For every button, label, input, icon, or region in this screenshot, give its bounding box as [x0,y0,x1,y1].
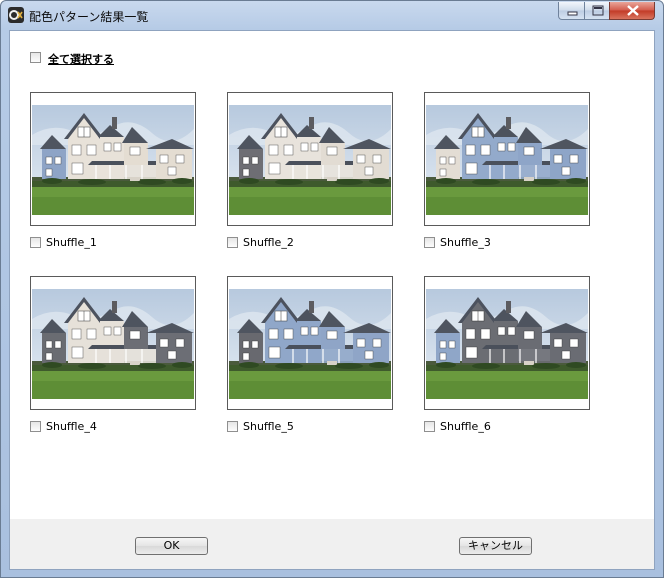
pattern-thumbnail[interactable] [424,92,590,226]
cancel-button[interactable]: キャンセル [459,537,532,555]
pattern-label[interactable]: Shuffle_3 [440,236,491,249]
title-bar[interactable]: 配色パターン結果一覧 [1,1,663,30]
pattern-label[interactable]: Shuffle_2 [243,236,294,249]
button-bar: OK キャンセル [10,519,654,569]
pattern-thumbnail[interactable] [30,92,196,226]
dialog-window: 配色パターン結果一覧 全て選択する Shuffle_1 Shuffle_2 Sh… [0,0,664,578]
pattern-thumbnail[interactable] [30,276,196,410]
pattern-thumbnail[interactable] [227,276,393,410]
house-preview-image [426,105,588,215]
house-preview-image [229,289,391,399]
house-preview-image [426,289,588,399]
pattern-label[interactable]: Shuffle_1 [46,236,97,249]
pattern-label[interactable]: Shuffle_4 [46,420,97,433]
pattern-checkbox[interactable] [424,421,435,432]
house-preview-image [32,105,194,215]
pattern-thumbnail[interactable] [424,276,590,410]
select-all-checkbox[interactable] [30,52,41,63]
pattern-checkbox[interactable] [227,421,238,432]
pattern-thumbnail[interactable] [227,92,393,226]
window-title: 配色パターン結果一覧 [29,10,149,24]
select-all-label[interactable]: 全て選択する [48,51,114,67]
house-preview-image [32,289,194,399]
dialog-content: 全て選択する Shuffle_1 Shuffle_2 Shuffle_3 Shu… [9,30,655,570]
pattern-checkbox[interactable] [227,237,238,248]
close-button[interactable] [609,2,655,20]
pattern-checkbox[interactable] [30,421,41,432]
pattern-checkbox[interactable] [424,237,435,248]
maximize-icon [592,5,604,16]
close-icon [627,5,639,16]
pattern-label[interactable]: Shuffle_5 [243,420,294,433]
house-preview-image [229,105,391,215]
maximize-button[interactable] [584,2,610,20]
ok-button[interactable]: OK [135,537,208,555]
pattern-checkbox[interactable] [30,237,41,248]
pattern-label[interactable]: Shuffle_6 [440,420,491,433]
minimize-icon [567,11,578,16]
app-logo-icon [8,7,24,23]
minimize-button[interactable] [558,2,585,20]
